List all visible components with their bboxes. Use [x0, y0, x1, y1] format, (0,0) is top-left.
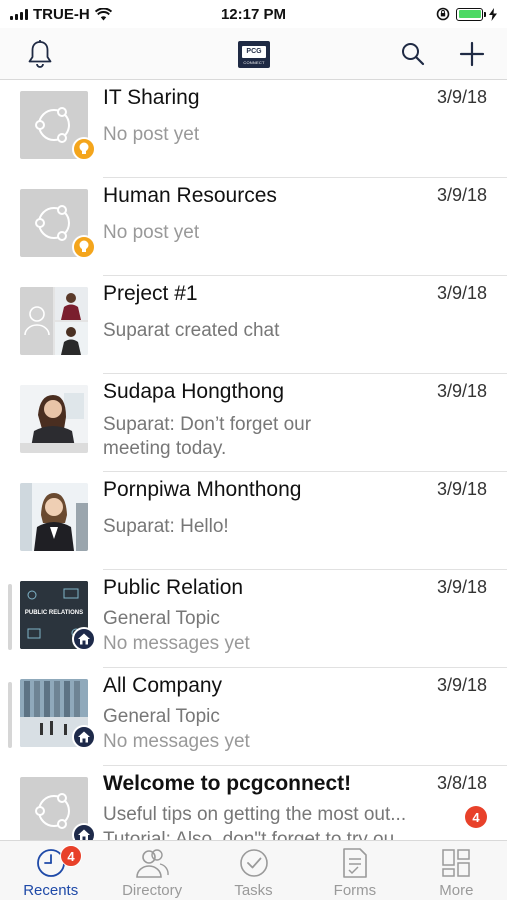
- home-badge: [72, 823, 96, 840]
- group-photo-avatar: [20, 287, 88, 355]
- unread-badge: 4: [465, 806, 487, 828]
- chat-name: Pornpiwa Mhonthong: [103, 478, 302, 501]
- topic-indicator: [8, 584, 12, 650]
- chat-preview: Suparat created chat: [103, 320, 280, 341]
- chat-list: IT Sharing 3/9/18 No post yet Human Reso…: [0, 80, 507, 840]
- chat-item-content: Sudapa Hongthong 3/9/18 Suparat: Don’t f…: [103, 374, 507, 472]
- signal-icon: [10, 8, 28, 20]
- chat-name: Sudapa Hongthong: [103, 380, 284, 403]
- chat-preview: No post yet: [103, 222, 200, 243]
- battery-icon: [456, 7, 486, 21]
- group-chat-avatar: [20, 287, 88, 355]
- chat-date: 3/8/18: [436, 773, 487, 793]
- logo-subtext: CONNECT: [243, 60, 265, 65]
- chat-name: Public Relation: [103, 576, 244, 599]
- tab-directory[interactable]: Directory: [101, 841, 202, 900]
- chat-item-human-resources[interactable]: Human Resources 3/9/18 No post yet: [0, 178, 507, 276]
- chat-date: 3/9/18: [436, 479, 487, 499]
- wifi-icon: [94, 7, 112, 20]
- topic-indicator: [8, 682, 12, 748]
- notifications-button[interactable]: [22, 36, 58, 72]
- user-avatar: [20, 483, 88, 551]
- plus-icon: [459, 41, 485, 67]
- chat-preview: Suparat: Hello!: [103, 516, 229, 537]
- tab-label: Tasks: [234, 882, 273, 899]
- home-icon: [78, 633, 90, 645]
- search-icon: [402, 43, 425, 66]
- chat-preview: No messages yet: [103, 633, 250, 654]
- status-bar: TRUE-H 12:17 PM: [0, 0, 507, 28]
- tab-label: Directory: [122, 882, 183, 899]
- bulb-icon: [79, 142, 89, 154]
- chat-topic: General Topic: [103, 608, 220, 629]
- carrier-label: TRUE-H: [33, 5, 90, 23]
- chat-item-content: All Company 3/9/18 General Topic No mess…: [103, 668, 507, 766]
- charging-icon: [489, 7, 497, 21]
- tab-label: More: [439, 882, 474, 899]
- chat-topic: General Topic: [103, 706, 220, 727]
- check-circle-icon: [239, 849, 268, 877]
- bulb-badge: [72, 137, 96, 161]
- logo-text: PCG: [242, 46, 266, 58]
- grid-icon: [442, 849, 471, 877]
- user-photo: [20, 385, 88, 453]
- chat-item-content: Pornpiwa Mhonthong 3/9/18 Suparat: Hello…: [103, 472, 507, 570]
- user-photo: [20, 483, 88, 551]
- home-icon: [78, 731, 90, 743]
- people-icon: [136, 849, 169, 878]
- bulb-badge: [72, 235, 96, 259]
- home-badge: [72, 627, 96, 651]
- tab-bar: 4 Recents Directory Tasks Forms More: [0, 840, 507, 900]
- chat-item-content: Human Resources 3/9/18 No post yet: [103, 178, 507, 276]
- form-icon: [343, 848, 367, 878]
- search-button[interactable]: [395, 36, 431, 72]
- chat-date: 3/9/18: [436, 675, 487, 695]
- tab-label: Forms: [333, 882, 377, 899]
- chat-item-content: Public Relation 3/9/18 General Topic No …: [103, 570, 507, 668]
- tab-tasks[interactable]: Tasks: [203, 841, 304, 900]
- chat-preview: Suparat: Don’t forget our: [103, 414, 312, 435]
- chat-date: 3/9/18: [436, 381, 487, 401]
- chat-item-welcome[interactable]: Welcome to pcgconnect! 3/8/18 Useful tip…: [0, 766, 507, 840]
- chat-item-content: Preject #1 3/9/18 Suparat created chat: [103, 276, 507, 374]
- tab-recents[interactable]: 4 Recents: [0, 841, 101, 900]
- chat-item-preject-1[interactable]: Preject #1 3/9/18 Suparat created chat: [0, 276, 507, 374]
- chat-date: 3/9/18: [436, 283, 487, 303]
- app-logo: PCG CONNECT: [238, 41, 270, 68]
- home-badge: [72, 725, 96, 749]
- chat-name: Human Resources: [103, 184, 277, 207]
- chat-item-pornpiwa-mhonthong[interactable]: Pornpiwa Mhonthong 3/9/18 Suparat: Hello…: [0, 472, 507, 570]
- chat-name: IT Sharing: [103, 86, 200, 109]
- chat-name: Preject #1: [103, 282, 198, 305]
- chat-date: 3/9/18: [436, 577, 487, 597]
- chat-item-content: Welcome to pcgconnect! 3/8/18 Useful tip…: [103, 766, 507, 840]
- chat-name: All Company: [103, 674, 223, 697]
- tab-more[interactable]: More: [406, 841, 507, 900]
- tab-forms[interactable]: Forms: [304, 841, 405, 900]
- chat-name: Welcome to pcgconnect!: [103, 772, 352, 795]
- avatar-caption: PUBLIC RELATIONS: [25, 610, 83, 616]
- chat-preview: No post yet: [103, 124, 200, 145]
- chat-preview-line2: Tutorial: Also, don"t forget to try ou..…: [103, 829, 411, 840]
- add-button[interactable]: [454, 36, 490, 72]
- tab-label: Recents: [23, 882, 79, 899]
- chat-item-sudapa-hongthong[interactable]: Sudapa Hongthong 3/9/18 Suparat: Don’t f…: [0, 374, 507, 472]
- chat-item-content: IT Sharing 3/9/18 No post yet: [103, 80, 507, 178]
- chat-item-it-sharing[interactable]: IT Sharing 3/9/18 No post yet: [0, 80, 507, 178]
- chat-item-public-relation[interactable]: PUBLIC RELATIONS Public Relation 3/9/18 …: [0, 570, 507, 668]
- chat-date: 3/9/18: [436, 87, 487, 107]
- nav-bar: PCG CONNECT: [0, 28, 507, 80]
- bulb-icon: [79, 240, 89, 252]
- chat-date: 3/9/18: [436, 185, 487, 205]
- user-avatar: [20, 385, 88, 453]
- chat-preview-line2: meeting today.: [103, 438, 227, 459]
- home-icon: [78, 829, 90, 840]
- chat-preview: No messages yet: [103, 731, 250, 752]
- bell-icon: [28, 40, 52, 68]
- orientation-lock-icon: [436, 7, 450, 21]
- chat-item-all-company[interactable]: All Company 3/9/18 General Topic No mess…: [0, 668, 507, 766]
- recents-badge: 4: [60, 845, 82, 867]
- chat-preview: Useful tips on getting the most out...: [103, 804, 407, 825]
